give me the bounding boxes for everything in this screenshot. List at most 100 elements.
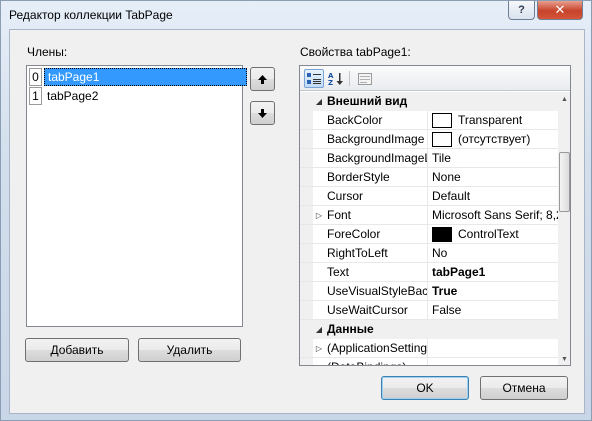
property-divider	[427, 339, 428, 358]
property-row-backcolor[interactable]: BackColor Transparent	[300, 111, 558, 130]
property-value[interactable]: Microsoft Sans Serif; 8,25pt	[432, 206, 558, 225]
property-row-usewaitcursor[interactable]: UseWaitCursor False	[300, 301, 558, 320]
ok-button[interactable]: OK	[381, 376, 469, 400]
property-value[interactable]: Transparent	[432, 111, 558, 130]
members-label: Члены:	[27, 45, 68, 59]
property-value[interactable]: No	[432, 244, 558, 263]
property-grid-scrollbar[interactable]: ▲ ▼	[558, 92, 570, 365]
expand-triangle-icon[interactable]: ▷	[313, 358, 325, 365]
property-pages-icon	[358, 72, 372, 85]
property-divider	[427, 358, 428, 365]
property-value-text: (отсутствует)	[458, 132, 531, 146]
color-swatch	[432, 227, 452, 242]
help-button[interactable]: ?	[508, 1, 535, 20]
list-item[interactable]: 1 tabPage2	[29, 87, 247, 105]
property-value[interactable]: False	[432, 301, 558, 320]
image-swatch	[432, 132, 452, 147]
property-row-backgroundimagelayout[interactable]: BackgroundImageLayout Tile	[300, 149, 558, 168]
property-divider	[427, 282, 428, 301]
property-value[interactable]: Default	[432, 187, 558, 206]
property-name: UseVisualStyleBackColor	[327, 284, 427, 298]
property-name: (DataBindings)	[327, 358, 427, 365]
property-row-applicationsettings[interactable]: ▷ (ApplicationSettings)	[300, 339, 558, 358]
property-name: (ApplicationSettings)	[327, 341, 427, 355]
property-row-forecolor[interactable]: ForeColor ControlText	[300, 225, 558, 244]
expand-triangle-icon[interactable]: ▷	[313, 206, 325, 225]
dialog-window: Редактор коллекции TabPage ? ✕ Члены: 0 …	[0, 0, 592, 421]
scroll-up-icon[interactable]: ▲	[558, 92, 570, 106]
member-name: tabPage1	[44, 68, 247, 86]
property-divider	[427, 244, 428, 263]
add-button[interactable]: Добавить	[25, 338, 129, 362]
member-name: tabPage2	[47, 89, 99, 103]
property-row-backgroundimage[interactable]: BackgroundImage (отсутствует)	[300, 130, 558, 149]
property-value-text: Transparent	[458, 113, 523, 127]
property-divider	[427, 130, 428, 149]
member-index: 0	[29, 68, 42, 86]
property-divider	[427, 168, 428, 187]
alphabetical-button[interactable]: A Z	[326, 69, 346, 88]
color-swatch	[432, 113, 452, 128]
move-up-button[interactable]	[250, 67, 275, 91]
property-row-usevisualstylebackcolor[interactable]: UseVisualStyleBackColor True	[300, 282, 558, 301]
list-item[interactable]: 0 tabPage1	[29, 68, 247, 86]
property-row-font[interactable]: ▷ Font Microsoft Sans Serif; 8,25pt	[300, 206, 558, 225]
property-name: Font	[327, 208, 352, 222]
property-value[interactable]	[432, 358, 558, 365]
svg-text:Z: Z	[328, 79, 333, 86]
property-value[interactable]: ControlText	[432, 225, 558, 244]
property-value[interactable]	[432, 339, 558, 358]
property-row-righttoleft[interactable]: RightToLeft No	[300, 244, 558, 263]
category-label: Внешний вид	[327, 94, 408, 108]
property-value[interactable]: tabPage1	[432, 263, 558, 282]
property-name: BorderStyle	[327, 170, 390, 184]
category-label: Данные	[327, 322, 374, 336]
property-divider	[427, 111, 428, 130]
members-list[interactable]: 0 tabPage1 1 tabPage2	[26, 65, 247, 327]
collapse-triangle-icon[interactable]: ◢	[313, 92, 325, 111]
property-row-text[interactable]: Text tabPage1	[300, 263, 558, 282]
collapse-triangle-icon[interactable]: ◢	[313, 320, 325, 339]
property-value[interactable]: None	[432, 168, 558, 187]
category-data[interactable]: ◢ Данные	[300, 320, 558, 339]
property-grid[interactable]: A Z ◢ Внешний вид BackColor Transparent …	[299, 65, 571, 366]
category-appearance[interactable]: ◢ Внешний вид	[300, 92, 558, 111]
close-button[interactable]: ✕	[537, 1, 583, 20]
scrollbar-thumb[interactable]	[559, 152, 570, 212]
property-grid-toolbar: A Z	[300, 66, 570, 91]
property-value[interactable]: (отсутствует)	[432, 130, 558, 149]
window-title: Редактор коллекции TabPage	[9, 8, 173, 22]
property-name: ForeColor	[327, 227, 381, 241]
property-row-cursor[interactable]: Cursor Default	[300, 187, 558, 206]
property-name: UseWaitCursor	[327, 303, 408, 317]
property-divider	[427, 263, 428, 282]
property-divider	[427, 149, 428, 168]
property-name: Cursor	[327, 189, 364, 203]
property-row-databindings[interactable]: ▷ (DataBindings)	[300, 358, 558, 365]
arrow-down-icon	[258, 108, 267, 118]
property-divider	[427, 187, 428, 206]
property-divider	[427, 225, 428, 244]
property-value[interactable]: True	[432, 282, 558, 301]
property-name: Text	[327, 265, 350, 279]
property-name: BackColor	[327, 113, 383, 127]
scroll-down-icon[interactable]: ▼	[558, 352, 570, 365]
expand-triangle-icon[interactable]: ▷	[313, 339, 325, 358]
toolbar-separator	[349, 71, 350, 86]
property-value-text: ControlText	[458, 227, 519, 241]
remove-button[interactable]: Удалить	[138, 338, 241, 362]
member-index: 1	[29, 87, 42, 105]
categorized-button[interactable]	[304, 69, 324, 88]
property-name: RightToLeft	[327, 246, 388, 260]
property-name: BackgroundImage	[327, 132, 425, 146]
property-pages-button[interactable]	[355, 69, 375, 88]
arrow-up-icon	[258, 74, 267, 84]
cancel-button[interactable]: Отмена	[480, 376, 568, 400]
property-divider	[427, 206, 428, 225]
properties-label: Свойства tabPage1:	[300, 45, 411, 59]
property-name: BackgroundImageLayout	[327, 151, 427, 165]
categorized-icon	[307, 72, 321, 84]
property-value[interactable]: Tile	[432, 149, 558, 168]
move-down-button[interactable]	[250, 101, 275, 125]
property-row-borderstyle[interactable]: BorderStyle None	[300, 168, 558, 187]
